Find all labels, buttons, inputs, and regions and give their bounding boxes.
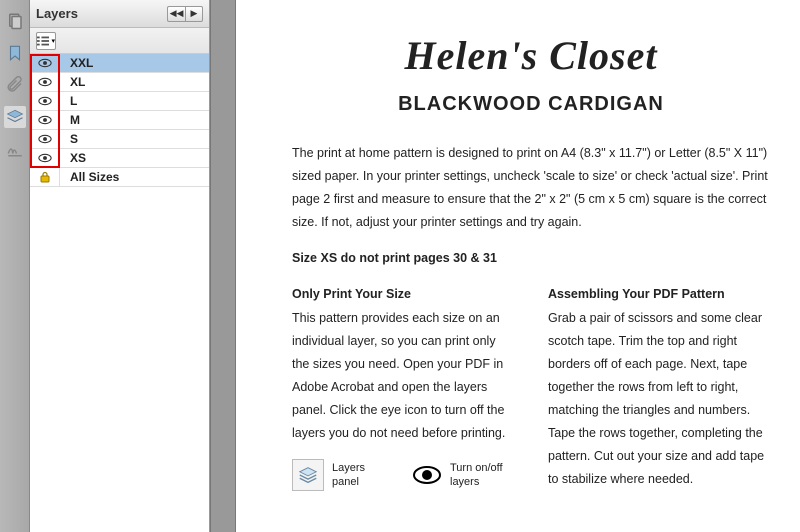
layers-legend-label: Layers panel	[332, 461, 388, 490]
col1-body: This pattern provides each size on an in…	[292, 307, 514, 446]
layers-options-button[interactable]: ▾	[36, 32, 56, 50]
col2-heading: Assembling Your PDF Pattern	[548, 287, 770, 301]
size-note: Size XS do not print pages 30 & 31	[292, 251, 770, 265]
brand-title: Helen's Closet	[292, 32, 770, 79]
layer-row[interactable]: S	[30, 130, 209, 149]
panel-gutter[interactable]	[210, 0, 236, 532]
legend: Layers panel Turn on/off layers	[292, 459, 514, 491]
layer-label: XS	[60, 151, 86, 165]
lock-icon[interactable]	[30, 168, 60, 186]
eye-icon[interactable]	[30, 92, 60, 110]
layer-label: S	[60, 132, 78, 146]
tool-rail	[0, 0, 30, 532]
document-view: Helen's Closet BLACKWOOD CARDIGAN The pr…	[236, 0, 800, 532]
product-title: BLACKWOOD CARDIGAN	[292, 93, 770, 116]
layers-panel-title: Layers	[36, 6, 161, 21]
pages-icon[interactable]	[4, 10, 26, 32]
eye-icon[interactable]	[30, 54, 60, 72]
signature-icon[interactable]	[4, 138, 26, 160]
layers-panel-header: Layers ◀◀ ▶	[30, 0, 209, 28]
attachment-icon[interactable]	[4, 74, 26, 96]
layer-label: All Sizes	[60, 170, 119, 184]
panel-next-button[interactable]: ▶	[185, 6, 203, 22]
eye-legend-label: Turn on/off layers	[450, 461, 506, 490]
col2-body: Grab a pair of scissors and some clear s…	[548, 307, 770, 492]
layers-toolbar: ▾	[30, 28, 209, 54]
layer-row[interactable]: L	[30, 92, 209, 111]
eye-icon[interactable]	[30, 149, 60, 167]
bookmark-icon[interactable]	[4, 42, 26, 64]
column-left: Only Print Your Size This pattern provid…	[292, 287, 514, 492]
layer-row[interactable]: XXL	[30, 54, 209, 73]
layer-row[interactable]: XL	[30, 73, 209, 92]
panel-prev-button[interactable]: ◀◀	[167, 6, 185, 22]
eye-icon[interactable]	[30, 111, 60, 129]
eye-icon[interactable]	[30, 130, 60, 148]
intro-paragraph: The print at home pattern is designed to…	[292, 142, 770, 235]
eye-legend-icon	[412, 465, 442, 485]
column-right: Assembling Your PDF Pattern Grab a pair …	[548, 287, 770, 492]
layers-list-container: XXL XL LMS XS All Sizes	[30, 54, 209, 532]
layer-row[interactable]: M	[30, 111, 209, 130]
layer-label: XL	[60, 75, 85, 89]
layers-rail-icon[interactable]	[4, 106, 26, 128]
layer-label: XXL	[60, 56, 93, 70]
layer-row[interactable]: XS	[30, 149, 209, 168]
layer-label: L	[60, 94, 77, 108]
layer-row[interactable]: All Sizes	[30, 168, 209, 187]
col1-heading: Only Print Your Size	[292, 287, 514, 301]
eye-icon[interactable]	[30, 73, 60, 91]
layers-panel: Layers ◀◀ ▶ ▾ XXL XL LMS XS All Sizes	[30, 0, 210, 532]
layers-legend-icon	[292, 459, 324, 491]
layer-label: M	[60, 113, 80, 127]
